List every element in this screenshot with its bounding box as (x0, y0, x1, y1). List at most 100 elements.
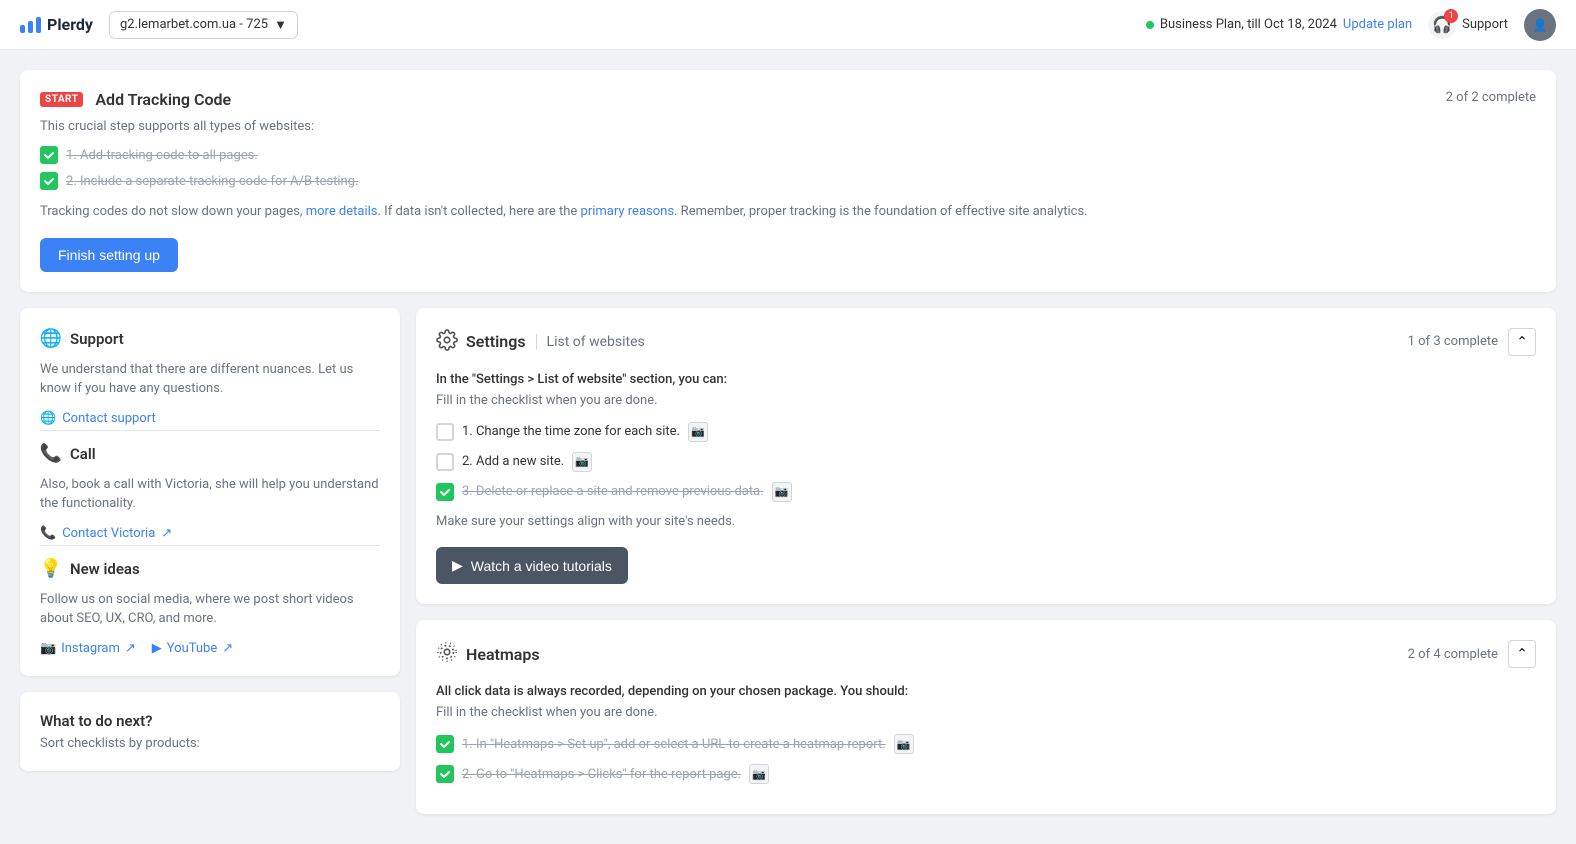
settings-title: Settings (466, 332, 526, 351)
checklist-item-2-text: 2. Include a separate tracking code for … (66, 174, 358, 189)
checklist-item-1: 1. Add tracking code to all pages. (40, 146, 1536, 164)
contact-support-icon: 🌐 (40, 411, 56, 426)
settings-checkbox-1[interactable] (436, 423, 454, 441)
header: Plerdy g2.lemarbet.com.ua - 725 ▼ Busine… (0, 0, 1576, 50)
heatmaps-card: Heatmaps 2 of 4 complete ⌃ All click dat… (416, 620, 1556, 814)
support-card-icon: 🌐 (40, 328, 62, 350)
chevron-down-icon: ▼ (274, 17, 287, 33)
gear-icon (436, 329, 458, 355)
tracking-header: START Add Tracking Code (40, 90, 1536, 109)
support-section-title: 🌐 Support (40, 328, 380, 350)
heatmaps-header: Heatmaps 2 of 4 complete ⌃ (436, 640, 1536, 668)
divider-2 (40, 545, 380, 546)
support-icon: 🎧 1 (1428, 11, 1456, 39)
checkbox-checked-1 (40, 146, 58, 164)
checkbox-checked-2 (40, 172, 58, 190)
checklist-item-1-text: 1. Add tracking code to all pages. (66, 148, 258, 163)
heatmaps-camera-2[interactable]: 📷 (749, 764, 769, 784)
youtube-link[interactable]: ▶ YouTube ↗ (152, 641, 233, 656)
heatmaps-checkbox-1-checked[interactable] (436, 735, 454, 753)
heatmaps-item-2-text: 2. Go to "Heatmaps > Clicks" for the rep… (462, 767, 741, 782)
what-next-title: What to do next? (40, 712, 380, 730)
play-icon: ▶ (452, 557, 463, 574)
settings-checkbox-2[interactable] (436, 453, 454, 471)
heatmaps-item-1-text: 1. In "Heatmaps > Set up", add or select… (462, 737, 886, 752)
heatmaps-item-2: 2. Go to "Heatmaps > Clicks" for the rep… (436, 764, 1536, 784)
update-plan-link[interactable]: Update plan (1343, 17, 1412, 32)
what-to-do-next-card: What to do next? Sort checklists by prod… (20, 692, 400, 771)
settings-item-2: 2. Add a new site. 📷 (436, 452, 1536, 472)
left-column: 🌐 Support We understand that there are d… (20, 308, 400, 815)
tracking-info-text: Tracking codes do not slow down your pag… (40, 202, 1536, 222)
support-badge: 1 (1444, 9, 1458, 23)
site-selector[interactable]: g2.lemarbet.com.ua - 725 ▼ (109, 11, 298, 39)
heatmaps-collapse-button[interactable]: ⌃ (1508, 640, 1536, 668)
watch-video-button[interactable]: ▶ Watch a video tutorials (436, 547, 628, 584)
heatmaps-title: Heatmaps (466, 645, 540, 664)
settings-header: Settings List of websites 1 of 3 complet… (436, 328, 1536, 356)
contact-victoria-link[interactable]: 📞 Contact Victoria ↗ (40, 526, 380, 541)
support-button[interactable]: 🎧 1 Support (1428, 11, 1508, 39)
youtube-external-icon: ↗ (222, 641, 233, 656)
bottom-row: 🌐 Support We understand that there are d… (20, 308, 1556, 815)
settings-subtitle: List of websites (536, 334, 645, 350)
what-next-desc: Sort checklists by products: (40, 736, 380, 751)
checklist-item-2: 2. Include a separate tracking code for … (40, 172, 1536, 190)
heatmaps-item-1: 1. In "Heatmaps > Set up", add or select… (436, 734, 1536, 754)
settings-camera-3[interactable]: 📷 (772, 482, 792, 502)
tracking-desc: This crucial step supports all types of … (40, 119, 1536, 134)
more-details-link[interactable]: more details (306, 204, 378, 219)
settings-intro: In the "Settings > List of website" sect… (436, 372, 1536, 387)
contact-support-link[interactable]: 🌐 Contact support (40, 411, 380, 426)
settings-header-left: Settings List of websites (436, 329, 645, 355)
avatar[interactable]: 👤 (1524, 9, 1556, 41)
settings-checkbox-3-checked[interactable] (436, 483, 454, 501)
logo-bar-2 (28, 21, 33, 33)
settings-item-1: 1. Change the time zone for each site. 📷 (436, 422, 1536, 442)
plan-status-dot (1146, 21, 1154, 29)
lightbulb-icon: 💡 (40, 558, 62, 580)
right-column: Settings List of websites 1 of 3 complet… (416, 308, 1556, 815)
new-ideas-section-title: 💡 New ideas (40, 558, 380, 580)
social-links: 📷 Instagram ↗ ▶ YouTube ↗ (40, 641, 380, 656)
instagram-link[interactable]: 📷 Instagram ↗ (40, 641, 136, 656)
heatmap-icon (436, 641, 458, 667)
tracking-title: Add Tracking Code (95, 90, 231, 109)
settings-collapse-button[interactable]: ⌃ (1508, 328, 1536, 356)
divider-1 (40, 430, 380, 431)
site-selector-label: g2.lemarbet.com.ua - 725 (120, 17, 268, 32)
instagram-external-icon: ↗ (125, 641, 136, 656)
external-link-icon: ↗ (161, 526, 172, 541)
heatmaps-camera-1[interactable]: 📷 (894, 734, 914, 754)
settings-item-3: 3. Delete or replace a site and remove p… (436, 482, 1536, 502)
settings-card: Settings List of websites 1 of 3 complet… (416, 308, 1556, 605)
heatmaps-intro: All click data is always recorded, depen… (436, 684, 1536, 699)
heatmaps-checkbox-2-checked[interactable] (436, 765, 454, 783)
primary-reasons-link[interactable]: primary reasons (581, 204, 675, 219)
logo-bar-3 (36, 17, 41, 33)
settings-sub-text: Fill in the checklist when you are done. (436, 393, 1536, 408)
settings-camera-2[interactable]: 📷 (572, 452, 592, 472)
support-label: Support (1462, 17, 1508, 32)
logo-text: Plerdy (47, 15, 93, 34)
support-card: 🌐 Support We understand that there are d… (20, 308, 400, 676)
call-section-title: 📞 Call (40, 443, 380, 465)
heatmaps-complete-count: 2 of 4 complete (1408, 647, 1498, 662)
youtube-icon: ▶ (152, 641, 162, 656)
settings-item-3-text: 3. Delete or replace a site and remove p… (462, 484, 764, 499)
tracking-code-card: 2 of 2 complete START Add Tracking Code … (20, 70, 1556, 292)
contact-victoria-icon: 📞 (40, 526, 56, 541)
new-ideas-desc: Follow us on social media, where we post… (40, 590, 380, 629)
tracking-complete-label: 2 of 2 complete (1446, 90, 1536, 105)
plan-info: Business Plan, till Oct 18, 2024 Update … (1146, 17, 1412, 32)
logo-bar-1 (20, 25, 25, 33)
finish-setting-up-button[interactable]: Finish setting up (40, 238, 178, 272)
call-card-desc: Also, book a call with Victoria, she wil… (40, 475, 380, 514)
heatmaps-header-left: Heatmaps (436, 641, 540, 667)
call-icon: 📞 (40, 443, 62, 465)
settings-camera-1[interactable]: 📷 (688, 422, 708, 442)
instagram-icon: 📷 (40, 641, 56, 656)
start-badge: START (40, 92, 83, 107)
settings-item-2-text: 2. Add a new site. (462, 454, 564, 469)
settings-item-1-text: 1. Change the time zone for each site. (462, 424, 680, 439)
